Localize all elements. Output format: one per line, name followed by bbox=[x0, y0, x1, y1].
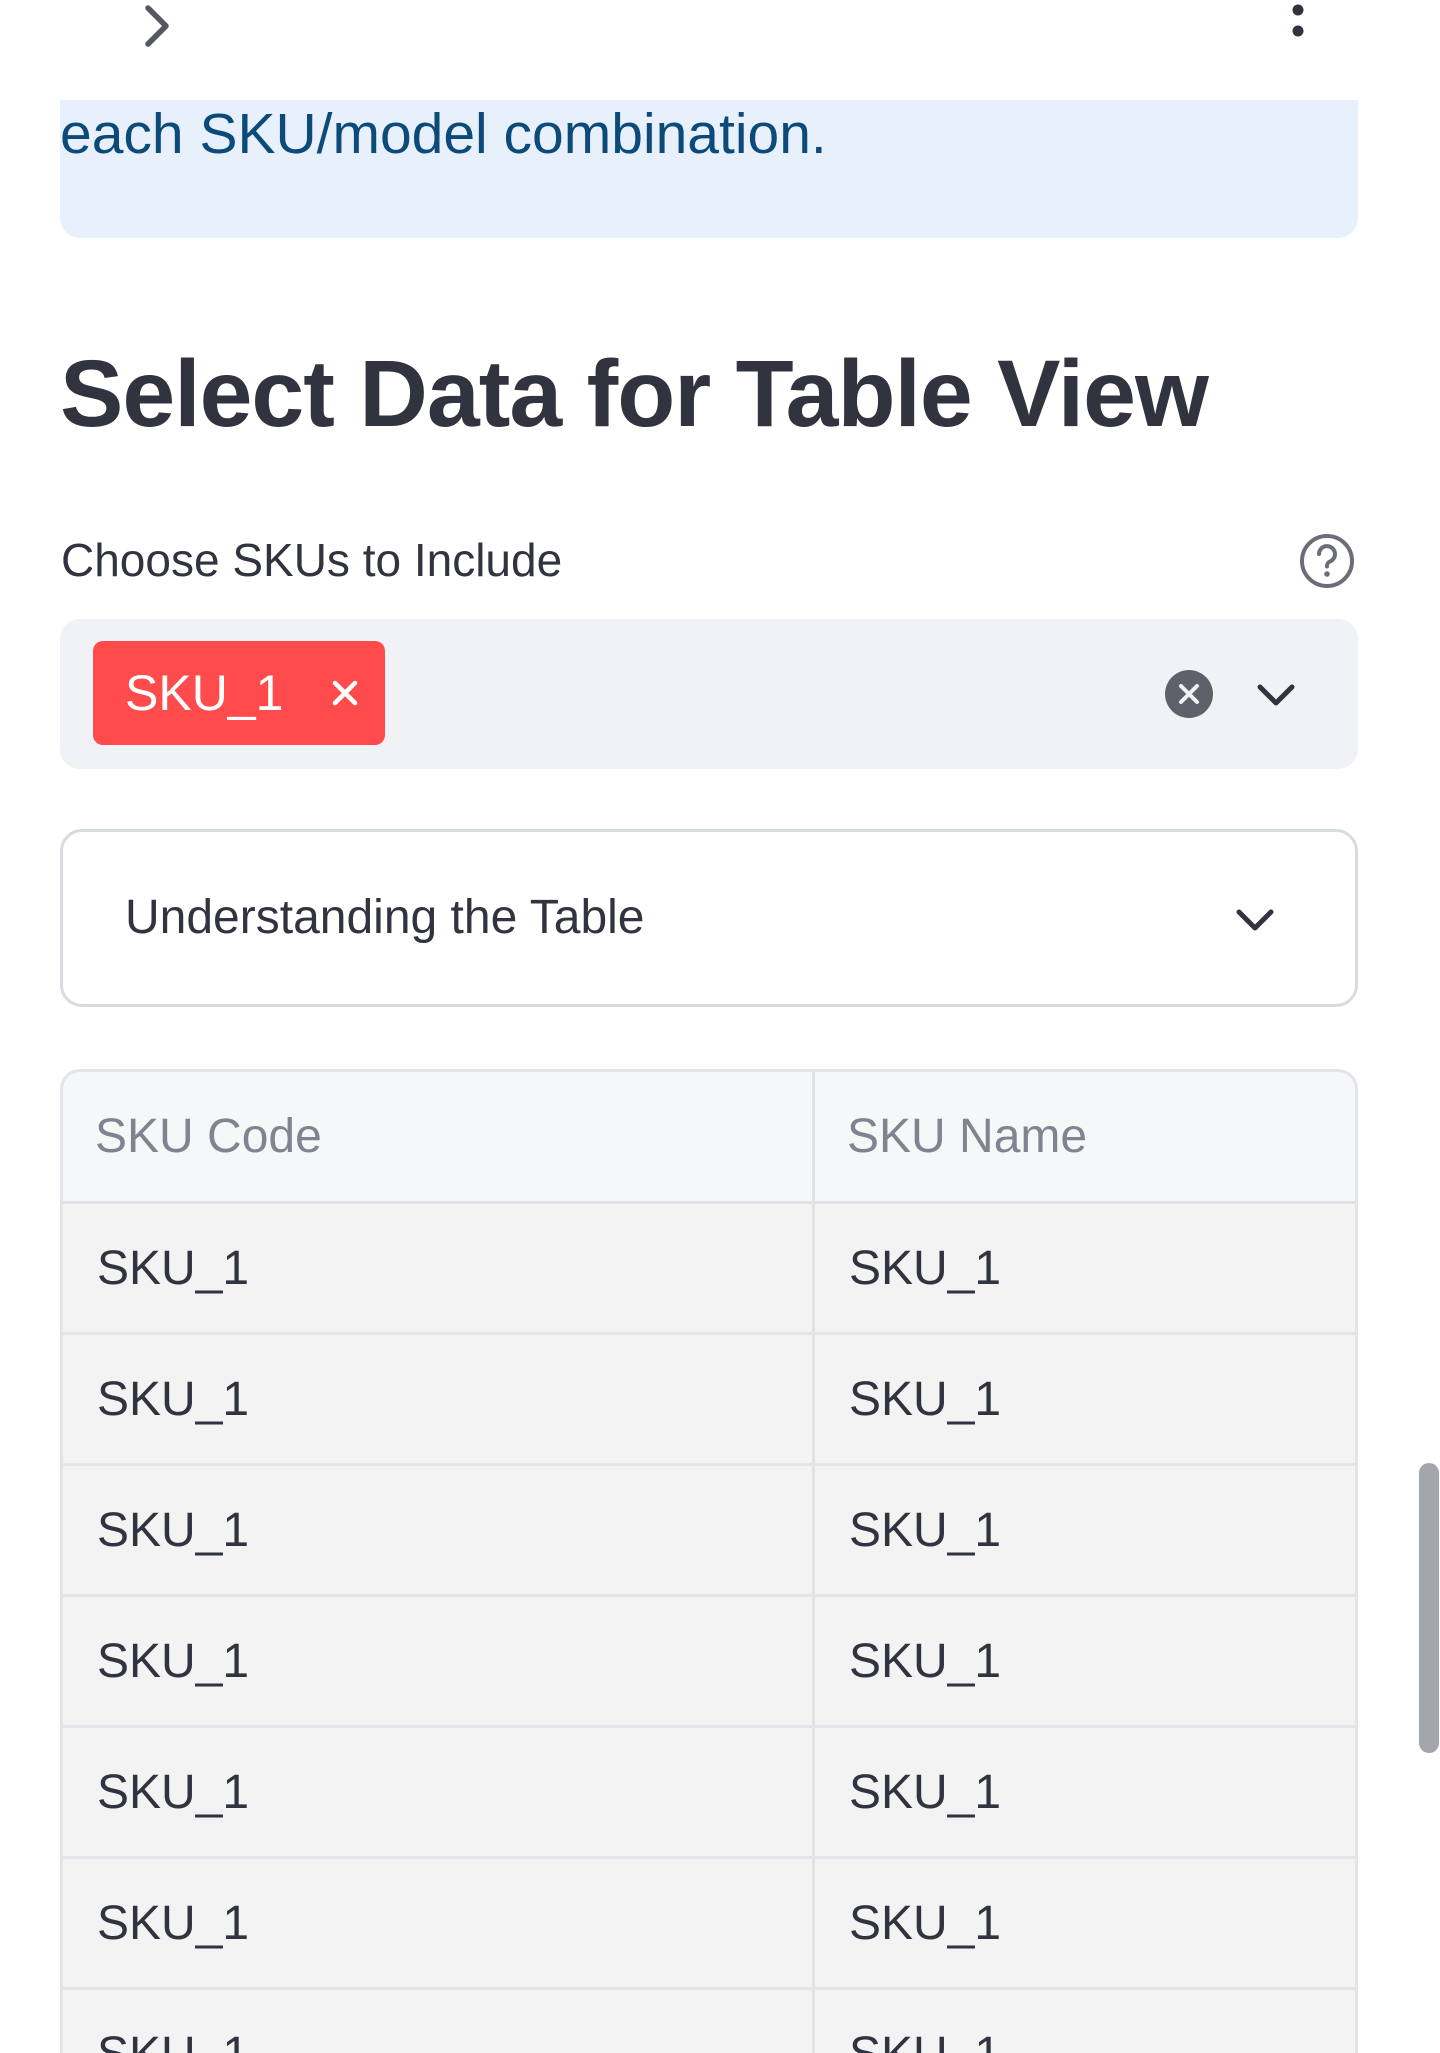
table-row[interactable]: SKU_1 SKU_1 bbox=[63, 1597, 1355, 1728]
expander-label: Understanding the Table bbox=[125, 891, 645, 944]
cell-sku-name[interactable]: SKU_1 bbox=[815, 1597, 1355, 1725]
table-row[interactable]: SKU_1 SKU_1 bbox=[63, 1335, 1355, 1466]
column-header-sku-name[interactable]: SKU Name bbox=[815, 1072, 1355, 1201]
table-row[interactable]: SKU_1 SKU_1 bbox=[63, 1859, 1355, 1990]
sku-data-table[interactable]: SKU Code SKU Name SKU_1 SKU_1 SKU_1 SKU_… bbox=[60, 1069, 1358, 2053]
cell-sku-name[interactable]: SKU_1 bbox=[815, 1728, 1355, 1856]
chevron-down-icon[interactable] bbox=[1254, 673, 1298, 717]
cell-sku-code[interactable]: SKU_1 bbox=[63, 1466, 815, 1594]
chevron-right-icon[interactable] bbox=[136, 0, 180, 52]
cell-sku-code[interactable]: SKU_1 bbox=[63, 1204, 815, 1332]
table-row[interactable]: SKU_1 SKU_1 bbox=[63, 1466, 1355, 1597]
page-title: Select Data for Table View bbox=[60, 341, 1209, 447]
selected-sku-chip-label: SKU_1 bbox=[125, 665, 284, 721]
sku-multiselect[interactable]: SKU_1 bbox=[60, 619, 1358, 769]
understanding-table-expander[interactable]: Understanding the Table bbox=[60, 829, 1358, 1007]
cell-sku-code[interactable]: SKU_1 bbox=[63, 1859, 815, 1987]
table-row[interactable]: SKU_1 SKU_1 bbox=[63, 1204, 1355, 1335]
cell-sku-code[interactable]: SKU_1 bbox=[63, 1597, 815, 1725]
question-circle-icon[interactable] bbox=[1298, 532, 1356, 590]
cell-sku-name[interactable]: SKU_1 bbox=[815, 1990, 1355, 2053]
cell-sku-name[interactable]: SKU_1 bbox=[815, 1204, 1355, 1332]
table-header: SKU Code SKU Name bbox=[63, 1072, 1355, 1204]
cell-sku-name[interactable]: SKU_1 bbox=[815, 1466, 1355, 1594]
table-row[interactable]: SKU_1 SKU_1 bbox=[63, 1990, 1355, 2053]
info-alert-text: each SKU/model combination. bbox=[60, 102, 827, 166]
sku-select-label: Choose SKUs to Include bbox=[61, 534, 563, 586]
cell-sku-name[interactable]: SKU_1 bbox=[815, 1335, 1355, 1463]
cell-sku-code[interactable]: SKU_1 bbox=[63, 1990, 815, 2053]
cell-sku-code[interactable]: SKU_1 bbox=[63, 1335, 815, 1463]
cell-sku-code[interactable]: SKU_1 bbox=[63, 1728, 815, 1856]
cell-sku-name[interactable]: SKU_1 bbox=[815, 1859, 1355, 1987]
table-row[interactable]: SKU_1 SKU_1 bbox=[63, 1728, 1355, 1859]
selected-sku-chip[interactable]: SKU_1 bbox=[93, 641, 385, 745]
clear-circle-icon[interactable] bbox=[1164, 669, 1214, 719]
column-header-sku-code[interactable]: SKU Code bbox=[63, 1072, 815, 1201]
page-scrollbar[interactable] bbox=[1419, 1463, 1439, 1753]
remove-chip-icon[interactable] bbox=[331, 679, 359, 707]
app-page: each SKU/model combination. Select Data … bbox=[0, 0, 1440, 2053]
chevron-down-icon bbox=[1233, 898, 1277, 942]
kebab-menu-icon[interactable] bbox=[1276, 0, 1320, 44]
